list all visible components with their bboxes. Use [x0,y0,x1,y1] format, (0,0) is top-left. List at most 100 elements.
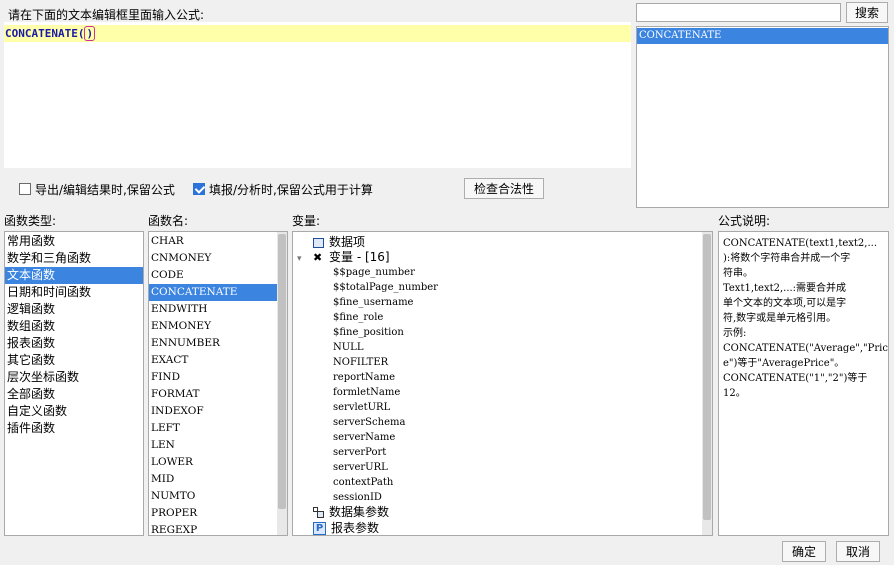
export-keep-formula-checkbox[interactable] [19,183,31,195]
function-name-item[interactable]: INDEXOF [149,403,277,420]
description-line: e")等于"AveragePrice"。 [723,358,845,369]
description-line: CONCATENATE(text1,text2,... [723,238,877,249]
variable-item[interactable]: serverSchema [333,415,438,430]
function-name-item-selected[interactable]: CONCATENATE [149,284,277,301]
function-type-list[interactable]: 常用函数 数学和三角函数 文本函数 日期和时间函数 逻辑函数 数组函数 报表函数… [4,231,144,536]
variable-item[interactable]: serverName [333,430,438,445]
report-params-icon: P [313,522,326,535]
function-type-item[interactable]: 逻辑函数 [5,301,143,318]
variable-item[interactable]: serverURL [333,460,438,475]
function-name-header: 函数名: [148,214,189,228]
description-line: 12。 [723,388,746,399]
function-type-item[interactable]: 常用函数 [5,233,143,250]
function-name-item[interactable]: EXACT [149,352,277,369]
variable-item[interactable]: sessionID [333,490,438,505]
variable-item[interactable]: $$totalPage_number [333,280,438,295]
search-result-item[interactable]: CONCATENATE [637,28,888,44]
formula-function-name: CONCATENATE [5,27,78,40]
search-results-list[interactable]: CONCATENATE [636,26,889,208]
check-validity-button[interactable]: 检查合法性 [464,178,544,199]
variable-item[interactable]: NOFILTER [333,355,438,370]
function-type-item[interactable]: 层次坐标函数 [5,369,143,386]
variables-scrollbar[interactable] [702,232,712,535]
description-line: CONCATENATE("1","2")等于 [723,373,868,384]
function-name-item[interactable]: LOWER [149,454,277,471]
description-line: 符串。 [723,268,753,279]
function-name-list[interactable]: CHAR CNMONEY CODE CONCATENATE ENDWITH EN… [148,231,288,536]
function-type-item[interactable]: 其它函数 [5,352,143,369]
description-line: 符,数字或是单元格引用。 [723,313,837,324]
function-name-item[interactable]: LEN [149,437,277,454]
function-name-item[interactable]: PROPER [149,505,277,522]
description-line: 单个文本的文本项,可以是字 [723,298,847,309]
variables-tree[interactable]: 数据项 ▾ ✖ 变量 - [16] $$page_number $$totalPag… [292,231,713,536]
function-name-item[interactable]: ENNUMBER [149,335,277,352]
description-line: Text1,text2,...:需要合并成 [723,283,847,294]
function-name-item[interactable]: LEFT [149,420,277,437]
function-name-item[interactable]: FORMAT [149,386,277,403]
function-name-item[interactable]: NUMTO [149,488,277,505]
variables-header: 变量: [292,214,321,228]
function-type-item-selected[interactable]: 文本函数 [5,267,143,284]
function-name-item[interactable]: CODE [149,267,277,284]
editor-current-line [4,25,631,42]
function-type-item[interactable]: 数学和三角函数 [5,250,143,267]
description-line: ):将数个字符串合并成一个字 [723,253,851,264]
variable-item[interactable]: $fine_username [333,295,438,310]
ok-button[interactable]: 确定 [782,541,826,562]
formula-cursor-paren: ) [84,26,96,41]
function-name-item[interactable]: ENMONEY [149,318,277,335]
function-type-item[interactable]: 全部函数 [5,386,143,403]
description-line: CONCATENATE("Average","Pric [723,343,888,354]
tree-node-data-items[interactable]: 数据项 [313,234,365,250]
function-name-item[interactable]: FIND [149,369,277,386]
cancel-button[interactable]: 取消 [836,541,880,562]
tree-node-label: 变量 - [16] [329,250,390,264]
variable-item[interactable]: NULL [333,340,438,355]
variable-item[interactable]: servletURL [333,400,438,415]
variable-item[interactable]: contextPath [333,475,438,490]
variable-item[interactable]: $fine_position [333,325,438,340]
tree-node-label: 报表参数 [331,521,380,535]
variable-item[interactable]: formletName [333,385,438,400]
variables-group-icon: ✖ [313,251,323,264]
function-name-item[interactable]: CHAR [149,233,277,250]
tree-node-label: 数据项 [329,235,366,249]
search-input[interactable] [636,3,841,22]
variable-item[interactable]: $$page_number [333,265,438,280]
function-name-item[interactable]: CNMONEY [149,250,277,267]
function-type-item[interactable]: 报表函数 [5,335,143,352]
formula-text: CONCATENATE() [5,25,96,42]
function-name-item[interactable]: ENDWITH [149,301,277,318]
dataset-params-icon [313,507,324,518]
fill-keep-formula-checkbox[interactable] [193,183,205,195]
tree-node-dataset-params[interactable]: 数据集参数 [313,504,389,520]
variable-list: $$page_number $$totalPage_number $fine_u… [333,265,438,505]
function-name-item[interactable]: MID [149,471,277,488]
function-type-item[interactable]: 日期和时间函数 [5,284,143,301]
formula-editor[interactable]: CONCATENATE() [4,22,631,168]
tree-node-label: 数据集参数 [329,505,390,519]
variable-item[interactable]: $fine_role [333,310,438,325]
formula-description-panel: CONCATENATE(text1,text2,... ):将数个字符串合并成一… [718,231,889,536]
function-name-scrollbar[interactable] [277,232,287,535]
tree-node-variables[interactable]: ▾ ✖ 变量 - [16] [297,249,390,265]
variables-scroll-thumb[interactable] [703,234,711,520]
editor-prompt: 请在下面的文本编辑框里面输入公式: [8,8,205,22]
function-type-item[interactable]: 自定义函数 [5,403,143,420]
function-name-item[interactable]: REGEXP [149,522,277,535]
function-type-header: 函数类型: [4,214,57,228]
function-type-item[interactable]: 插件函数 [5,420,143,437]
variable-item[interactable]: serverPort [333,445,438,460]
variable-item[interactable]: reportName [333,370,438,385]
data-items-icon [313,237,324,248]
description-line: 示例: [723,328,747,339]
description-header: 公式说明: [718,214,771,228]
search-button[interactable]: 搜索 [846,2,888,23]
function-type-item[interactable]: 数组函数 [5,318,143,335]
fill-keep-formula-label: 填报/分析时,保留公式用于计算 [209,183,373,197]
export-keep-formula-label: 导出/编辑结果时,保留公式 [35,183,175,197]
tree-node-report-params[interactable]: P 报表参数 [313,520,380,535]
chevron-down-icon[interactable]: ▾ [297,251,309,267]
function-name-scroll-thumb[interactable] [278,234,286,509]
